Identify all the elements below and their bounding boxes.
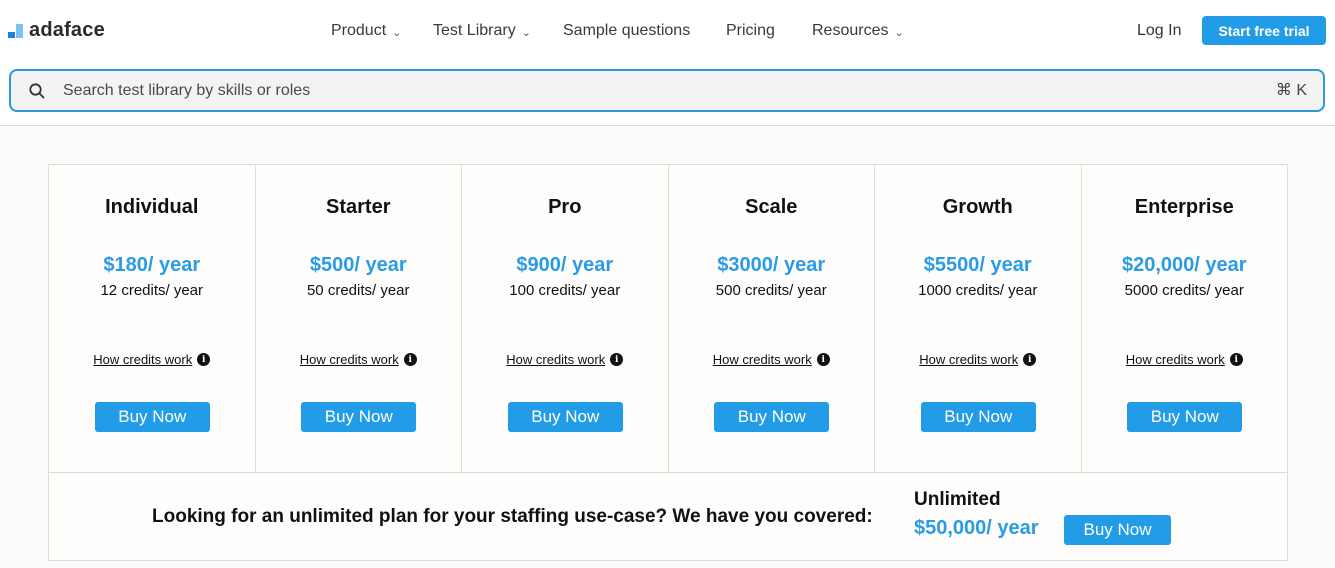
plan-name: Individual: [105, 196, 199, 218]
chevron-down-icon: ⌄: [894, 26, 904, 39]
info-icon[interactable]: i: [1023, 353, 1037, 366]
nav-item-test-library[interactable]: Test Library ⌄: [433, 19, 531, 43]
chevron-down-icon: ⌄: [392, 26, 402, 39]
plan-price: $900/ year: [516, 254, 614, 276]
nav-item-label: Sample questions: [563, 22, 691, 39]
nav-item-sample-questions[interactable]: Sample questions: [563, 19, 690, 43]
site-header: adaface Product ⌄ Test Library ⌄ Sample …: [0, 0, 1335, 126]
buy-now-button[interactable]: Buy Now: [1127, 402, 1243, 432]
info-icon[interactable]: i: [816, 353, 830, 366]
search-icon: [29, 83, 45, 99]
nav-item-label: Pricing: [726, 22, 775, 39]
nav-item-label: Product: [331, 22, 387, 39]
login-link[interactable]: Log In: [1137, 19, 1181, 43]
how-credits-work-link[interactable]: How credits work: [93, 352, 192, 367]
info-icon[interactable]: i: [610, 353, 624, 366]
buy-now-button[interactable]: Buy Now: [714, 402, 830, 432]
plan-name: Scale: [745, 196, 798, 218]
plan-name: Pro: [548, 196, 582, 218]
plan-name: Enterprise: [1134, 196, 1234, 218]
nav-item-label: Resources: [812, 22, 889, 39]
unlimited-plan-row: Looking for an unlimited plan for your s…: [49, 473, 1287, 561]
plan-name: Starter: [326, 196, 391, 218]
plan-credits: 50 credits/ year: [306, 282, 410, 299]
nav-item-label: Test Library: [433, 22, 516, 39]
plan-price: $3000/ year: [717, 254, 826, 276]
how-credits-work-link[interactable]: How credits work: [919, 352, 1018, 367]
logo-icon: [8, 22, 24, 38]
nav-item-product[interactable]: Product ⌄: [331, 19, 401, 43]
plan-card-individual: Individual $180/ year 12 credits/ year H…: [49, 165, 256, 472]
how-credits-work: How credits work i: [1082, 352, 1288, 367]
how-credits-work-link[interactable]: How credits work: [1126, 352, 1225, 367]
info-icon[interactable]: i: [403, 353, 417, 366]
plan-card-pro: Pro $900/ year 100 credits/ year How cre…: [462, 165, 669, 472]
unlimited-plan-pitch: Looking for an unlimited plan for your s…: [152, 506, 873, 527]
how-credits-work: How credits work i: [462, 352, 668, 367]
buy-now-button[interactable]: Buy Now: [507, 402, 623, 432]
info-icon[interactable]: i: [197, 353, 211, 366]
search-input[interactable]: [63, 79, 1243, 103]
plan-price: $180/ year: [103, 254, 201, 276]
keyboard-shortcut-hint: ⌘ K: [1275, 82, 1307, 99]
buy-now-button[interactable]: Buy Now: [94, 402, 210, 432]
plan-credits: 500 credits/ year: [715, 282, 827, 299]
plan-credits: 1000 credits/ year: [918, 282, 1038, 299]
unlimited-buy-now-button[interactable]: Buy Now: [1064, 515, 1171, 545]
plan-price: $500/ year: [309, 254, 407, 276]
chevron-down-icon: ⌄: [521, 26, 531, 39]
plan-price: $20,000/ year: [1121, 254, 1247, 276]
search-bar[interactable]: ⌘ K: [9, 69, 1325, 112]
how-credits-work: How credits work i: [875, 352, 1081, 367]
how-credits-work-link[interactable]: How credits work: [300, 352, 399, 367]
how-credits-work: How credits work i: [669, 352, 875, 367]
unlimited-plan-price: $50,000/ year: [914, 517, 1039, 539]
plan-card-starter: Starter $500/ year 50 credits/ year How …: [256, 165, 462, 472]
how-credits-work: How credits work i: [49, 352, 255, 367]
buy-now-button[interactable]: Buy Now: [301, 402, 417, 432]
info-icon[interactable]: i: [1229, 353, 1243, 366]
plan-credits: 5000 credits/ year: [1124, 282, 1244, 299]
pricing-table: Individual $180/ year 12 credits/ year H…: [48, 164, 1288, 561]
nav-item-pricing[interactable]: Pricing: [726, 19, 775, 43]
logo-text: adaface: [29, 18, 105, 41]
plan-card-enterprise: Enterprise $20,000/ year 5000 credits/ y…: [1082, 165, 1288, 472]
plan-card-growth: Growth $5500/ year 1000 credits/ year Ho…: [875, 165, 1082, 472]
plan-name: Growth: [942, 196, 1013, 218]
plan-card-scale: Scale $3000/ year 500 credits/ year How …: [669, 165, 875, 472]
how-credits-work-link[interactable]: How credits work: [506, 352, 605, 367]
plan-price: $5500/ year: [923, 254, 1032, 276]
plans-row: Individual $180/ year 12 credits/ year H…: [49, 165, 1287, 473]
plan-credits: 100 credits/ year: [509, 282, 621, 299]
logo[interactable]: adaface: [8, 17, 105, 43]
unlimited-plan-name: Unlimited: [914, 489, 1001, 510]
start-free-trial-button[interactable]: Start free trial: [1202, 16, 1326, 45]
how-credits-work: How credits work i: [256, 352, 462, 367]
nav-item-resources[interactable]: Resources ⌄: [812, 19, 904, 43]
plan-credits: 12 credits/ year: [100, 282, 204, 299]
buy-now-button[interactable]: Buy Now: [920, 402, 1036, 432]
how-credits-work-link[interactable]: How credits work: [713, 352, 812, 367]
